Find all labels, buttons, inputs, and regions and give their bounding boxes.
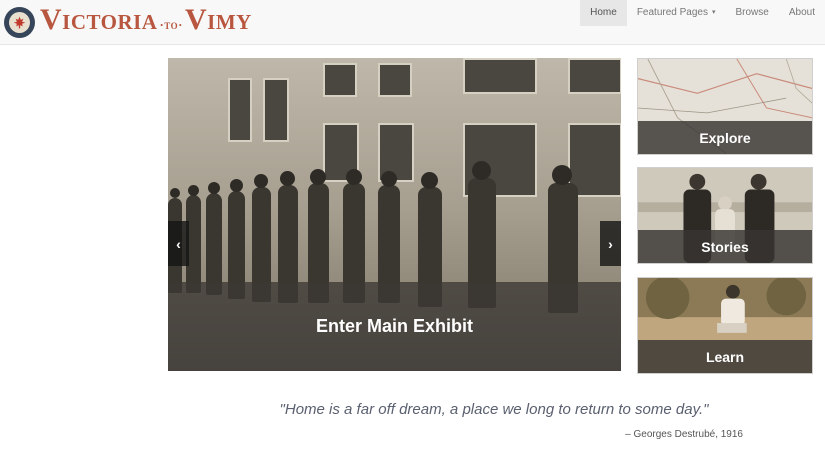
brand-separator: ·to· — [159, 16, 183, 32]
tile-stories-bar: Stories — [638, 230, 812, 263]
tile-learn[interactable]: Learn — [637, 277, 813, 374]
tile-learn-label: Learn — [705, 348, 745, 365]
tile-stories[interactable]: Stories — [637, 167, 813, 264]
featured-quote: "Home is a far off dream, a place we lon… — [279, 401, 709, 418]
brand-title: Victoria ·to·Vimy — [40, 2, 252, 43]
main-nav: Home Featured Pages ▾ Browse About — [580, 0, 825, 26]
brand-part1: Victoria — [40, 2, 158, 36]
caret-down-icon: ▾ — [711, 9, 716, 16]
hero-caption-text: Enter Main Exhibit — [315, 316, 474, 336]
tile-explore[interactable]: Explore — [637, 58, 813, 155]
nav-browse[interactable]: Browse — [726, 0, 779, 26]
nav-featured-label: Featured Pages — [636, 7, 708, 18]
tile-explore-bar: Explore — [638, 121, 812, 154]
nav-featured-pages[interactable]: Featured Pages ▾ — [627, 0, 726, 26]
quote-attribution: – Georges Destrubé, 1916 — [625, 429, 743, 440]
hero-carousel[interactable]: Enter Main Exhibit ‹ › — [168, 58, 621, 371]
tile-stories-label: Stories — [701, 238, 749, 255]
chevron-right-icon: › — [608, 235, 613, 252]
nav-home-label: Home — [590, 7, 617, 18]
brand-part2: Vimy — [184, 2, 252, 36]
top-navbar: Victoria ·to·Vimy Home Featured Pages ▾ Br… — [0, 0, 825, 45]
nav-browse-label: Browse — [735, 7, 769, 18]
brand-logo[interactable]: Victoria ·to·Vimy — [4, 2, 252, 43]
chevron-left-icon: ‹ — [176, 235, 181, 252]
nav-about-label: About — [788, 7, 815, 18]
nav-home[interactable]: Home — [580, 0, 627, 26]
nav-about[interactable]: About — [779, 0, 825, 26]
tile-learn-bar: Learn — [638, 340, 812, 373]
carousel-next-button[interactable]: › — [600, 221, 621, 266]
carousel-prev-button[interactable]: ‹ — [168, 221, 189, 266]
hero-caption[interactable]: Enter Main Exhibit — [168, 282, 621, 371]
tile-explore-label: Explore — [699, 129, 751, 146]
maple-leaf-emblem-icon — [4, 6, 35, 38]
